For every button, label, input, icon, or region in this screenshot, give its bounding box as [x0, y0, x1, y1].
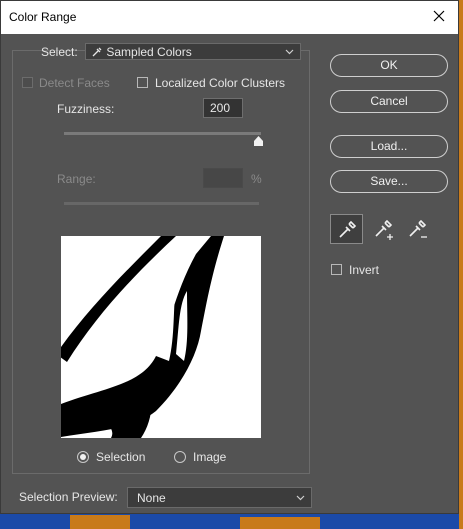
subtract-from-sample-tool-button[interactable] [401, 214, 434, 244]
selection-radio-label: Selection [96, 450, 146, 464]
select-value-text: Sampled Colors [106, 45, 192, 59]
desktop-right-strip [459, 0, 463, 529]
range-label: Range: [57, 172, 96, 186]
dialog-title: Color Range [9, 10, 77, 24]
eyedropper-minus-icon [409, 219, 427, 238]
selection-radio[interactable] [77, 451, 89, 463]
title-bar: Color Range [1, 1, 458, 34]
localized-color-clusters-checkbox[interactable] [137, 77, 148, 88]
select-dropdown-value: Sampled Colors [92, 45, 192, 59]
cancel-button[interactable]: Cancel [330, 90, 448, 113]
fuzziness-slider-track[interactable] [64, 132, 261, 135]
color-range-dialog: Color Range Select: Sampled Colors Detec… [0, 0, 459, 514]
chevron-down-icon [285, 49, 294, 55]
selection-preview-dropdown[interactable]: None [127, 487, 312, 508]
selection-preview-label: Selection Preview: [19, 490, 118, 504]
selection-preview-thumbnail [61, 236, 261, 438]
chevron-down-icon [296, 495, 305, 501]
fuzziness-input[interactable] [203, 98, 243, 118]
range-slider-track [64, 202, 259, 205]
selection-preview-value: None [137, 491, 166, 505]
detect-faces-label: Detect Faces [39, 76, 110, 90]
localized-color-clusters-label: Localized Color Clusters [155, 76, 286, 90]
image-radio[interactable] [174, 451, 186, 463]
eyedropper-tool-button[interactable] [330, 214, 363, 244]
desktop-orange-shape-2 [240, 517, 320, 529]
eyedropper-icon [339, 220, 357, 238]
eyedropper-plus-icon [375, 219, 393, 240]
close-icon[interactable] [432, 9, 446, 23]
ok-button[interactable]: OK [330, 54, 448, 77]
eyedropper-icon [92, 47, 102, 57]
select-label: Select: [41, 45, 78, 59]
image-radio-label: Image [193, 450, 227, 464]
fuzziness-label: Fuzziness: [57, 102, 115, 116]
desktop-orange-shape [70, 515, 130, 529]
add-to-sample-tool-button[interactable] [367, 214, 400, 244]
invert-label: Invert [349, 263, 380, 277]
detect-faces-checkbox[interactable] [22, 77, 33, 88]
select-dropdown[interactable]: Sampled Colors [85, 43, 301, 60]
range-input[interactable] [203, 168, 243, 188]
invert-checkbox[interactable] [331, 264, 342, 275]
save-button[interactable]: Save... [330, 170, 448, 193]
fuzziness-slider-thumb[interactable] [253, 136, 264, 147]
range-unit: % [251, 172, 262, 186]
preview-image [61, 236, 224, 438]
load-button[interactable]: Load... [330, 135, 448, 158]
